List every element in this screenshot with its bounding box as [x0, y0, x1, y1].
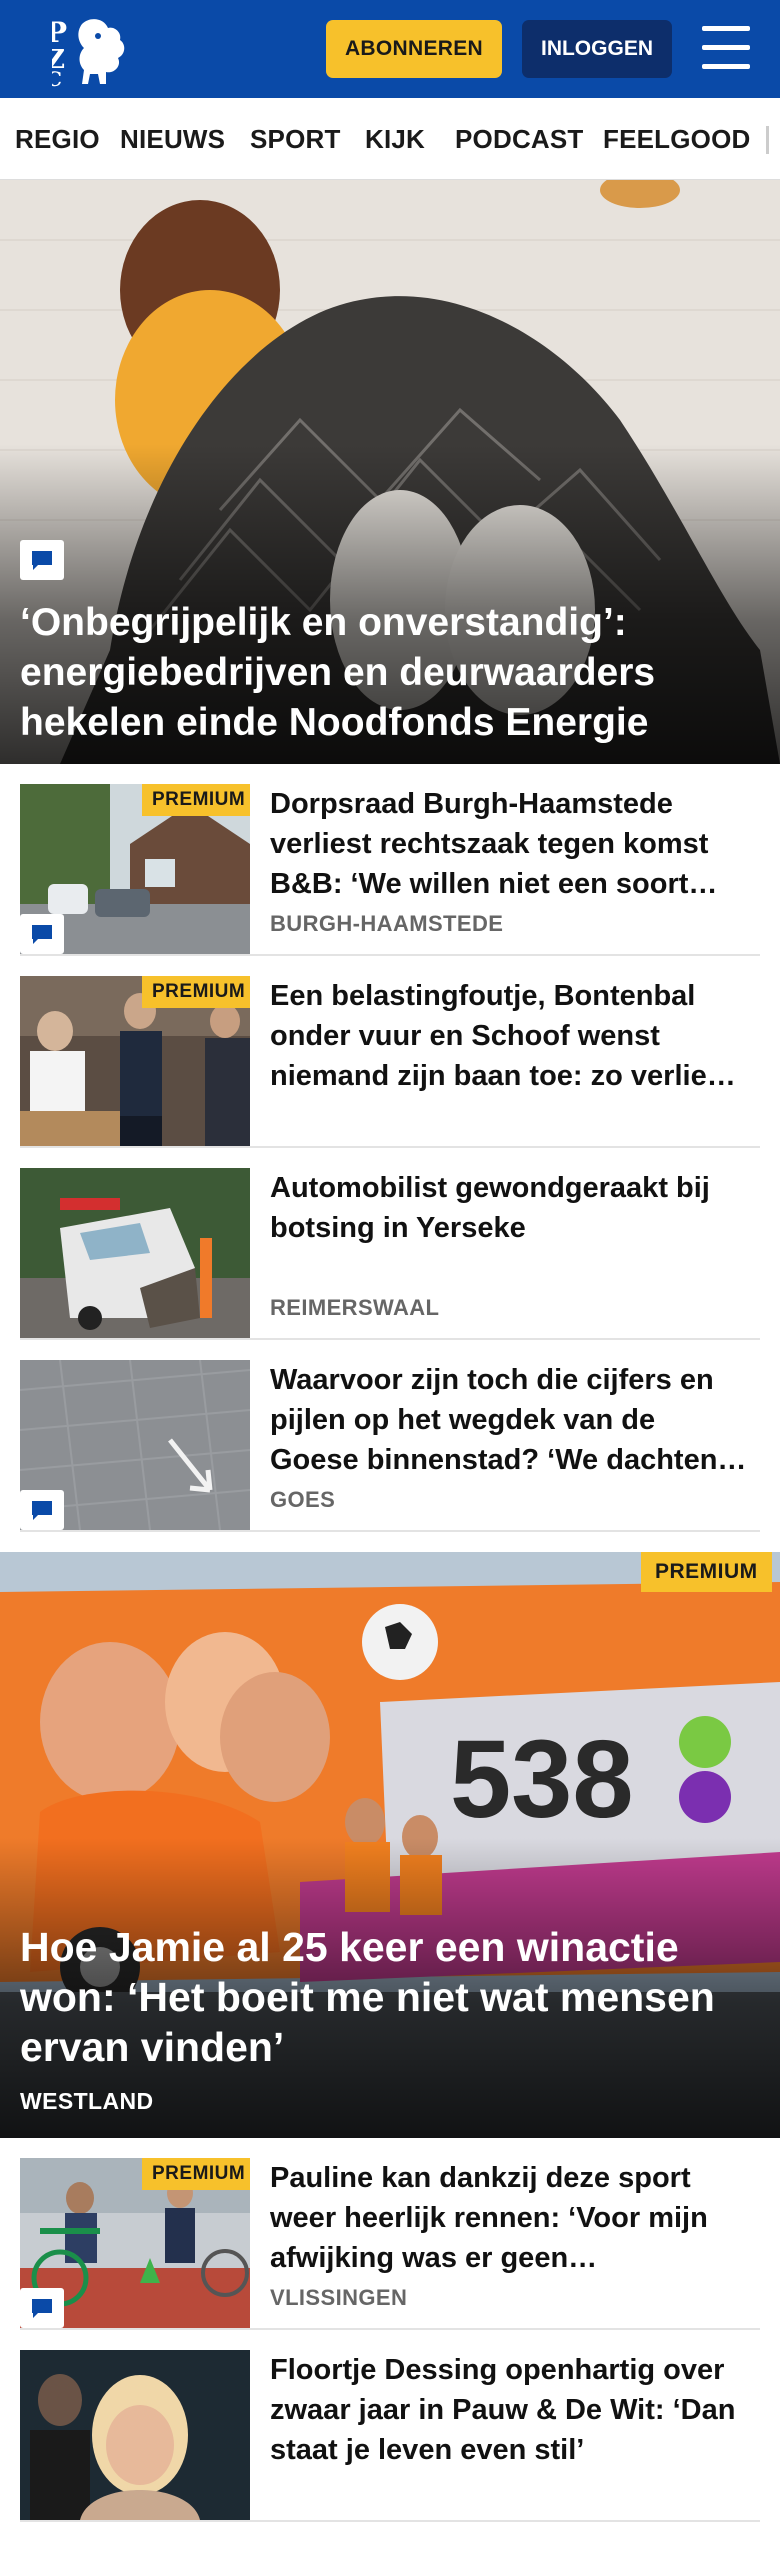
comment-icon [20, 1490, 64, 1530]
article-thumbnail [20, 2350, 250, 2520]
nav-item-sport[interactable]: SPORT [250, 124, 341, 155]
list-item[interactable]: Waarvoor zijn toch die cijfers en pijlen… [20, 1340, 760, 1532]
featured-location: WESTLAND [20, 2088, 154, 2114]
comment-icon [20, 540, 64, 580]
article-location: BURGH-HAAMSTEDE [270, 911, 504, 936]
hamburger-menu-icon[interactable] [696, 22, 756, 74]
logo-lion-icon: P Z C [52, 16, 125, 88]
article-location: REIMERSWAAL [270, 1295, 440, 1320]
nav-item-kijk[interactable]: KIJK [365, 124, 425, 155]
comment-icon [20, 2288, 64, 2328]
article-location: GOES [270, 1487, 336, 1512]
nav-item-nieuws[interactable]: NIEUWS [120, 124, 225, 155]
article-thumbnail [20, 1168, 250, 1338]
list-item[interactable]: PREMIUM Pauline kan dankzij deze sport w… [20, 2138, 760, 2330]
comment-icon [20, 914, 64, 954]
bus-538-logo: 538 [450, 1718, 634, 1841]
nav-item-regio[interactable]: REGIO [15, 124, 100, 155]
login-button[interactable]: INLOGGEN [522, 20, 672, 78]
article-title[interactable]: Een belastingfoutje, Bontenbal onder vuu… [270, 976, 750, 1096]
section-nav: REGIO NIEUWS SPORT KIJK PODCAST FEELGOOD [0, 98, 780, 180]
nav-item-feelgood[interactable]: FEELGOOD [603, 124, 751, 155]
list-item[interactable]: Automobilist gewondgeraakt bij botsing i… [20, 1148, 760, 1340]
premium-badge: PREMIUM [142, 2158, 250, 2190]
list-item[interactable]: PREMIUM Dorpsraad Burgh-Haamstede verlie… [20, 764, 760, 956]
hero-article[interactable]: ‘Onbegrijpelijk en onverstandig’: energi… [0, 180, 780, 764]
featured-title[interactable]: Hoe Jamie al 25 keer een winactie won: ‘… [20, 1922, 740, 2072]
nav-overflow-divider [766, 126, 769, 154]
featured-article[interactable]: 538 PREMIUM Hoe Jamie al 25 keer een win… [0, 1552, 780, 2138]
list-item[interactable]: Floortje Dessing openhartig over zwaar j… [20, 2330, 760, 2522]
list-item[interactable]: PREMIUM Een belastingfoutje, Bontenbal o… [20, 956, 760, 1148]
article-thumbnail: PREMIUM [20, 784, 250, 954]
article-title[interactable]: Dorpsraad Burgh-Haamstede verliest recht… [270, 784, 750, 904]
article-title[interactable]: Waarvoor zijn toch die cijfers en pijlen… [270, 1360, 750, 1480]
nav-item-podcast[interactable]: PODCAST [455, 124, 584, 155]
article-thumbnail: PREMIUM [20, 976, 250, 1146]
article-thumbnail [20, 1360, 250, 1530]
hero-title[interactable]: ‘Onbegrijpelijk en onverstandig’: energi… [20, 598, 740, 748]
subscribe-button[interactable]: ABONNEREN [326, 20, 502, 78]
site-header: P Z C ABONNEREN INLOGGEN [0, 0, 780, 98]
premium-badge: PREMIUM [142, 784, 250, 816]
pzc-logo[interactable]: P Z C [22, 10, 132, 88]
premium-badge: PREMIUM [142, 976, 250, 1008]
logo-letter-c: C [52, 67, 62, 88]
article-location: VLISSINGEN [270, 2285, 408, 2310]
premium-badge: PREMIUM [641, 1552, 772, 1592]
article-title[interactable]: Pauline kan dankzij deze sport weer heer… [270, 2158, 750, 2278]
article-title[interactable]: Automobilist gewondgeraakt bij botsing i… [270, 1168, 750, 1248]
article-thumbnail: PREMIUM [20, 2158, 250, 2328]
article-title[interactable]: Floortje Dessing openhartig over zwaar j… [270, 2350, 750, 2470]
